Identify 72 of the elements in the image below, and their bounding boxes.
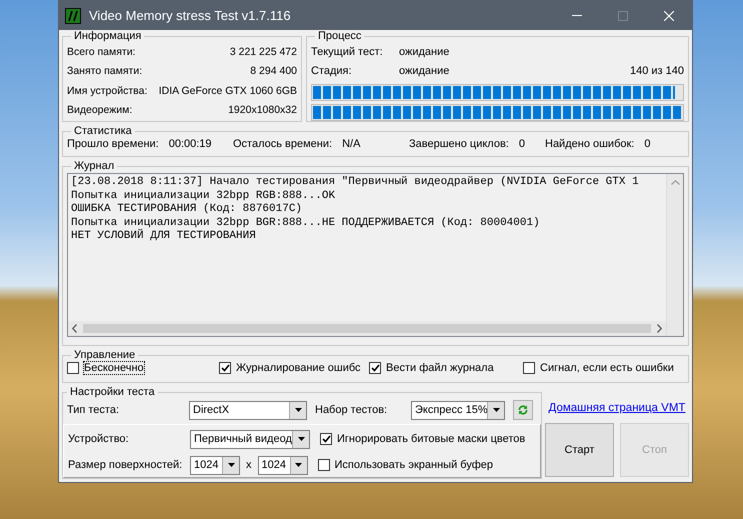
caret-icon bbox=[294, 408, 302, 412]
dropdown[interactable]: 1024 bbox=[190, 456, 240, 474]
stat-label: Завершено циклов: bbox=[409, 138, 509, 150]
field-label: Размер поверхностей: bbox=[68, 459, 184, 471]
stat-value: 0 bbox=[644, 138, 650, 150]
app-icon bbox=[65, 8, 81, 24]
log-line: Попытка инициализации 32bpp RGB:888...OK bbox=[71, 190, 336, 203]
checkbox-label[interactable]: Сигнал, если есть ошибки bbox=[540, 362, 674, 374]
group-title: Процесс bbox=[317, 30, 362, 42]
caret-icon bbox=[295, 463, 302, 467]
dropdown[interactable]: DirectX bbox=[189, 400, 307, 420]
checkbox[interactable] bbox=[318, 459, 330, 471]
checkbox[interactable] bbox=[219, 362, 231, 374]
info-label: Всего памяти: bbox=[67, 46, 136, 58]
field-value: ожидание bbox=[399, 46, 450, 58]
checkbox[interactable] bbox=[523, 362, 535, 374]
log-line: Попытка инициализации 32bpp BGR:888...НЕ ПОДДЕРЖИВАЕТСЯ (Код: 80004001) bbox=[71, 216, 541, 228]
checkbox-label[interactable]: Вести файл журнала bbox=[386, 362, 494, 374]
stat-value: N/A bbox=[342, 138, 360, 150]
refresh-icon bbox=[518, 405, 528, 415]
scroll-left-icon[interactable] bbox=[72, 324, 77, 333]
field-label: Текущий тест: bbox=[311, 46, 384, 58]
close-icon[interactable] bbox=[664, 10, 674, 20]
field-label: Набор тестов: bbox=[315, 404, 388, 416]
caret-icon bbox=[492, 408, 500, 412]
info-label: Занято памяти: bbox=[67, 65, 142, 78]
field-label: Тип теста: bbox=[67, 404, 120, 416]
info-value: IDIA GeForce GTX 1060 6GB bbox=[158, 84, 297, 97]
checkbox[interactable] bbox=[369, 362, 381, 374]
stat-value: 00:00:19 bbox=[168, 138, 212, 150]
group-title: Статистика bbox=[73, 125, 133, 137]
checkbox-label[interactable]: Журналирование ошибс bbox=[236, 362, 361, 374]
field-value: ожидание bbox=[399, 65, 450, 78]
group-title: Информация bbox=[73, 30, 142, 42]
vertical-scrollbar[interactable] bbox=[666, 174, 683, 336]
refresh-button[interactable] bbox=[513, 400, 533, 420]
maximize-icon bbox=[618, 10, 628, 20]
checkbox-label[interactable]: Использовать экранный буфер bbox=[334, 459, 493, 471]
checkbox[interactable] bbox=[67, 362, 79, 374]
group-title: Журнал bbox=[73, 160, 116, 172]
dropdown[interactable]: Экспресс 15% bbox=[411, 400, 505, 420]
caret-icon bbox=[228, 463, 234, 467]
stage-count: 140 из 140 bbox=[630, 65, 684, 78]
checkbox-label[interactable]: Бесконечно bbox=[84, 362, 144, 374]
horizontal-scrollbar[interactable] bbox=[68, 321, 666, 336]
info-value: 1920x1080x32 bbox=[228, 104, 297, 116]
dropdown[interactable]: 1024 bbox=[258, 456, 308, 474]
scrollbar-thumb[interactable] bbox=[83, 324, 651, 333]
log-line: ОШИБКА ТЕСТИРОВАНИЯ (Код: 8876017C) bbox=[71, 203, 304, 216]
checkbox-label[interactable]: Игнорировать битовые маски цветов bbox=[337, 433, 526, 445]
log-line: НЕТ УСЛОВИЙ ДЛЯ ТЕСТИРОВАНИЯ bbox=[71, 230, 257, 244]
info-value: 3 221 225 472 bbox=[230, 46, 297, 58]
info-label: Видеорежим: bbox=[67, 104, 132, 116]
group-title: Управление bbox=[73, 349, 136, 361]
caret-icon bbox=[298, 437, 304, 441]
log-line: [23.08.2018 8:11:37] Начало тестирования "Первичный видеодрайвер (NVIDIA GeForce GTX 1 bbox=[71, 176, 640, 190]
stat-value: 0 bbox=[518, 138, 525, 150]
info-label: Имя устройства: bbox=[67, 84, 148, 97]
field-label: Устройство: bbox=[68, 433, 130, 445]
size-separator: x bbox=[246, 459, 252, 471]
stat-label: Найдено ошибок: bbox=[545, 138, 634, 150]
stat-label: Осталось времени: bbox=[233, 138, 332, 150]
info-value: 8 294 400 bbox=[250, 65, 297, 78]
homepage-link[interactable]: Домашняя страница VMT bbox=[548, 402, 686, 414]
stat-label: Прошло времени: bbox=[67, 138, 159, 150]
start-button[interactable]: Старт bbox=[545, 423, 614, 477]
group-title: Настройки теста bbox=[69, 386, 156, 398]
checkbox[interactable] bbox=[320, 433, 332, 445]
scroll-right-icon[interactable] bbox=[657, 324, 662, 333]
field-label: Стадия: bbox=[311, 65, 353, 78]
window-title: Video Memory stress Test v1.7.116 bbox=[89, 8, 292, 23]
dropdown[interactable]: Первичный видеод bbox=[190, 430, 310, 448]
